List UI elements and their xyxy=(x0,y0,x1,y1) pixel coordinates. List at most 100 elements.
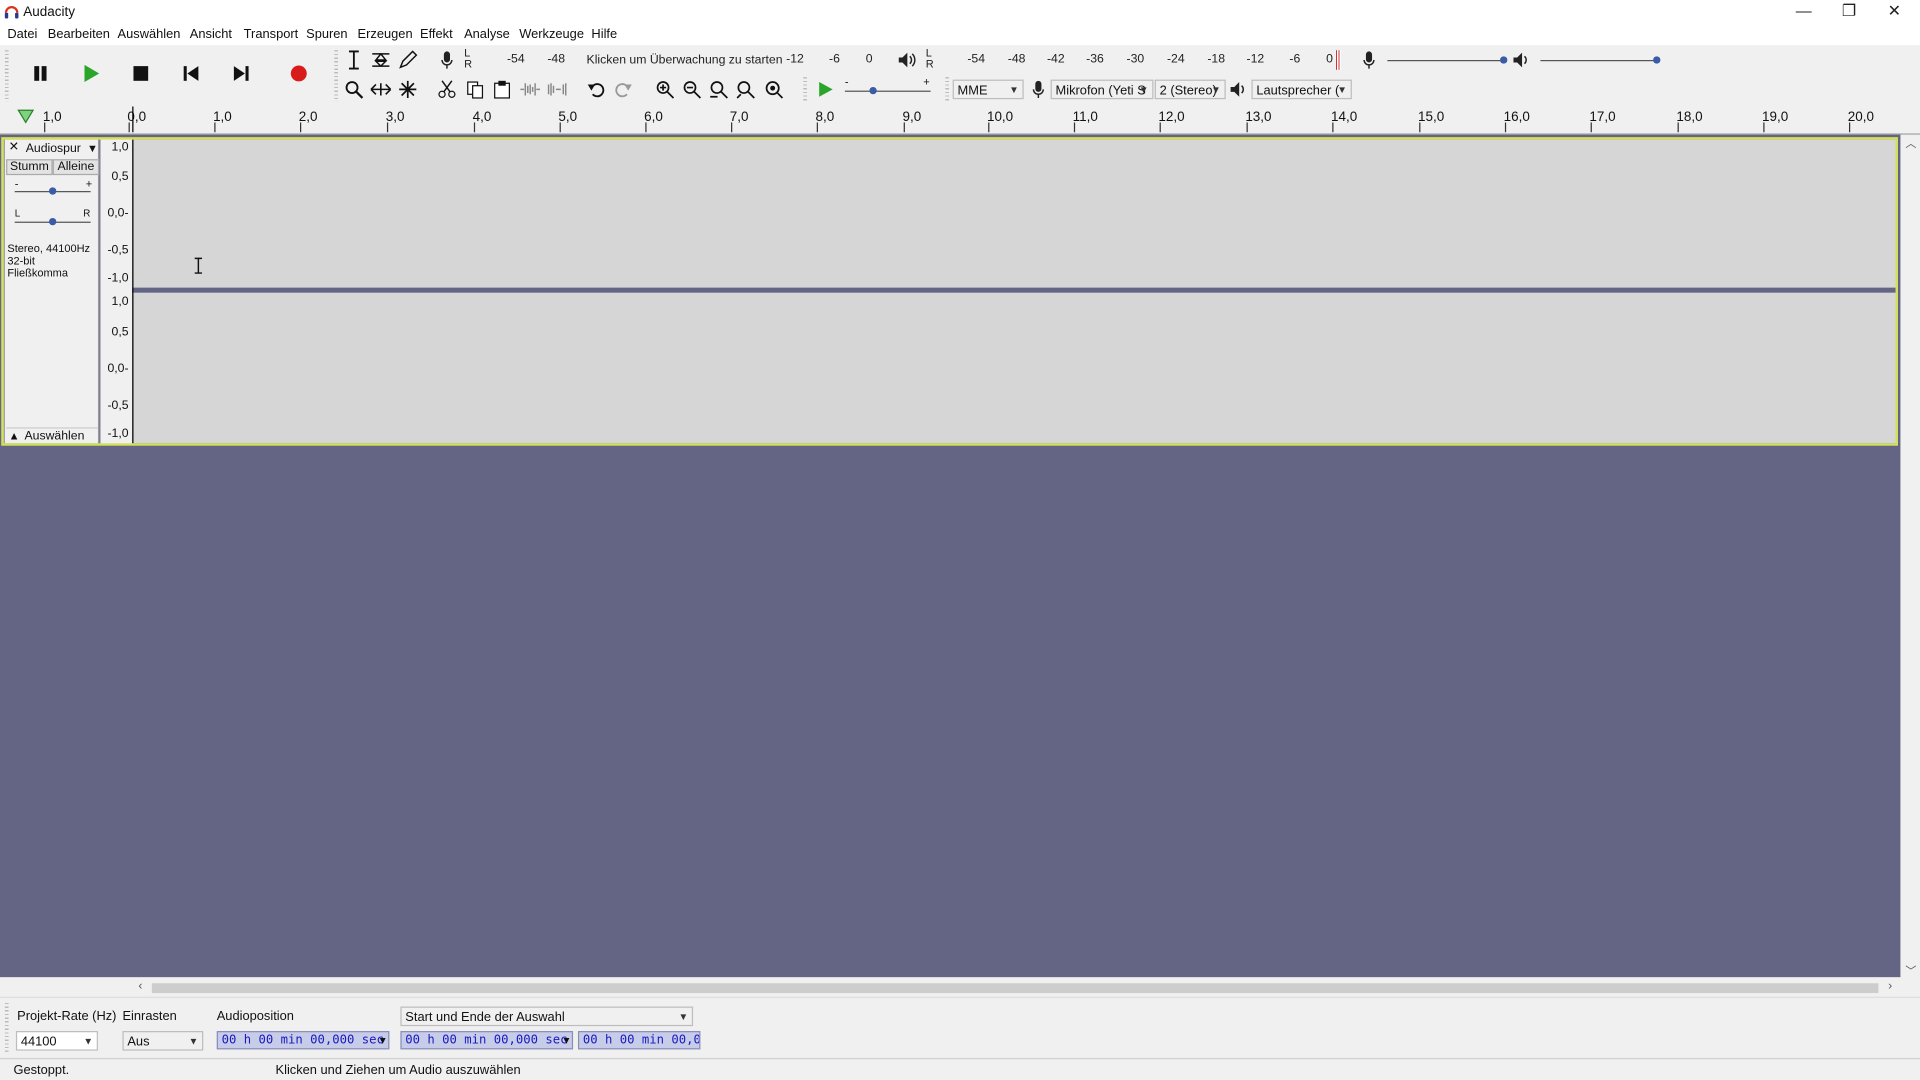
chevron-down-icon[interactable]: ▼ xyxy=(380,1032,386,1048)
snap-select[interactable]: Aus ▼ xyxy=(122,1031,204,1051)
playback-volume-slider[interactable] xyxy=(1540,53,1662,70)
selection-end-field[interactable]: 00 h 00 min 00,00 xyxy=(577,1031,701,1050)
slider-thumb[interactable] xyxy=(1653,56,1661,64)
asterisk-icon xyxy=(399,80,417,98)
playback-speed-slider[interactable]: - + xyxy=(844,76,933,100)
track-menu-chevron-icon[interactable]: ▼ xyxy=(87,142,98,154)
mute-button[interactable]: Stumm xyxy=(6,159,53,176)
gain-slider[interactable]: - + xyxy=(12,178,93,200)
playback-meter-icon[interactable] xyxy=(895,48,919,72)
horizontal-scroll-thumb[interactable] xyxy=(151,983,1879,994)
menu-ansicht[interactable]: Ansicht xyxy=(190,27,232,42)
menu-datei[interactable]: Datei xyxy=(7,27,37,42)
project-rate-select[interactable]: 44100 ▼ xyxy=(15,1031,98,1051)
toolbar-grip xyxy=(334,50,338,102)
waveform-channel-right[interactable] xyxy=(132,292,1898,444)
envelope-tool[interactable] xyxy=(369,48,393,72)
scroll-left-icon[interactable]: ‹ xyxy=(138,980,142,993)
track-control-panel[interactable]: ✕ Audiospur ▼ Stumm Alleine - + L R Ster… xyxy=(3,138,100,445)
fit-project-button[interactable] xyxy=(733,77,757,101)
playback-meter[interactable]: -54 -48 -42 -36 -30 -24 -18 -12 -6 0 xyxy=(938,48,1342,72)
silence-button[interactable] xyxy=(545,77,569,101)
selection-start-field[interactable]: 00 h 00 min 00,000 sec ▼ xyxy=(400,1031,574,1050)
chevron-down-icon[interactable]: ▼ xyxy=(563,1032,569,1048)
play-button[interactable] xyxy=(67,50,114,97)
menu-auswaehlen[interactable]: Auswählen xyxy=(118,27,181,42)
skip-to-end-button[interactable] xyxy=(218,50,265,97)
waveform-channel-left[interactable] xyxy=(132,139,1898,288)
cut-button[interactable] xyxy=(435,77,459,101)
record-meter-icon[interactable] xyxy=(435,48,459,72)
audio-position-field[interactable]: 00 h 00 min 00,000 sec ▼ xyxy=(216,1031,390,1050)
menu-erzeugen[interactable]: Erzeugen xyxy=(358,27,413,42)
maximize-button[interactable]: ❐ xyxy=(1827,0,1871,22)
time-shift-tool[interactable] xyxy=(369,77,393,101)
envelope-icon xyxy=(372,52,390,68)
fit-selection-button[interactable] xyxy=(707,77,731,101)
menu-analyse[interactable]: Analyse xyxy=(464,27,510,42)
scroll-up-icon[interactable]: ︿ xyxy=(1905,135,1916,151)
rec-scale-48: -48 xyxy=(547,52,566,67)
ruler-tick-label: 16,0 xyxy=(1503,110,1530,125)
vertical-scrollbar[interactable]: ︿ ﹀ xyxy=(1901,134,1920,980)
menu-spuren[interactable]: Spuren xyxy=(306,27,347,42)
zoom-toggle-button[interactable] xyxy=(762,77,786,101)
stop-button[interactable] xyxy=(118,50,165,97)
slider-thumb[interactable] xyxy=(1500,56,1508,64)
timeline-ruler[interactable]: 1,0 0,0 1,0 2,0 3,0 4,0 5,0 6,0 7,0 8,0 9,0 10,0 11,… xyxy=(0,106,1920,135)
slider-thumb[interactable] xyxy=(48,217,57,226)
ruler-tick-label: 10,0 xyxy=(986,110,1014,125)
draw-tool[interactable] xyxy=(396,48,420,72)
close-button[interactable]: ✕ xyxy=(1872,0,1916,22)
zoom-out-button[interactable] xyxy=(680,77,704,101)
play-at-speed-button[interactable] xyxy=(813,77,837,101)
play-scale-0: 0 xyxy=(1326,52,1333,67)
pause-button[interactable] xyxy=(17,50,64,97)
copy-button[interactable] xyxy=(463,77,487,101)
audio-host-select[interactable]: MME ▼ xyxy=(952,79,1024,100)
record-volume-slider[interactable] xyxy=(1387,53,1509,70)
scroll-down-icon[interactable]: ﹀ xyxy=(1905,962,1916,978)
record-meter[interactable]: -54 -48 Klicken um Überwachung zu starte… xyxy=(478,48,882,72)
paste-button[interactable] xyxy=(490,77,514,101)
output-device-select[interactable]: Lautsprecher (▼ xyxy=(1251,79,1352,100)
chevron-down-icon: ▼ xyxy=(678,1011,689,1023)
zoom-in-button[interactable] xyxy=(653,77,677,101)
selection-tool[interactable] xyxy=(342,48,366,72)
solo-button[interactable]: Alleine xyxy=(52,159,100,176)
selection-mode-select[interactable]: Start und Ende der Auswahl ▼ xyxy=(400,1006,694,1027)
minimize-button[interactable]: — xyxy=(1782,0,1826,22)
menu-effekt[interactable]: Effekt xyxy=(420,27,453,42)
menu-bar: Datei Bearbeiten Auswählen Ansicht Trans… xyxy=(0,24,1920,46)
record-button[interactable] xyxy=(276,50,323,97)
close-track-icon[interactable]: ✕ xyxy=(9,141,19,154)
selection-start-value: 00 h 00 min 00,000 sec xyxy=(405,1033,568,1047)
input-device-select[interactable]: Mikrofon (Yeti S ▼ xyxy=(1050,79,1154,100)
menu-transport[interactable]: Transport xyxy=(244,27,299,42)
horizontal-scrollbar[interactable]: ‹ › xyxy=(132,979,1903,997)
trim-button[interactable] xyxy=(518,77,542,101)
speed-max-mark: + xyxy=(923,75,930,89)
menu-werkzeuge[interactable]: Werkzeuge xyxy=(519,27,584,42)
multi-tool[interactable] xyxy=(396,77,420,101)
zoom-tool[interactable] xyxy=(342,77,366,101)
timeline-options-icon[interactable] xyxy=(17,109,35,124)
skip-to-start-button[interactable] xyxy=(168,50,215,97)
slider-thumb[interactable] xyxy=(48,187,57,195)
slider-thumb[interactable] xyxy=(869,86,877,95)
undo-button[interactable] xyxy=(584,77,608,101)
menu-bearbeiten[interactable]: Bearbeiten xyxy=(48,27,110,42)
rec-scale-6: -6 xyxy=(828,52,840,67)
channels-select[interactable]: 2 (Stereo) ▼ xyxy=(1154,79,1226,100)
collapse-track-icon[interactable]: ▲ xyxy=(9,430,20,442)
toolbar-grip[interactable] xyxy=(4,50,9,102)
toolbar-grip xyxy=(4,1002,9,1052)
pan-slider[interactable]: L R xyxy=(12,208,93,229)
redo-button[interactable] xyxy=(611,77,635,101)
ruler-tick xyxy=(386,122,389,133)
ruler-tick-label: 7,0 xyxy=(729,110,749,125)
track-name[interactable]: Audiospur xyxy=(26,142,81,155)
track-select-button[interactable]: ▲ Auswählen xyxy=(6,427,98,444)
scroll-right-icon[interactable]: › xyxy=(1888,980,1892,993)
menu-hilfe[interactable]: Hilfe xyxy=(591,27,617,42)
